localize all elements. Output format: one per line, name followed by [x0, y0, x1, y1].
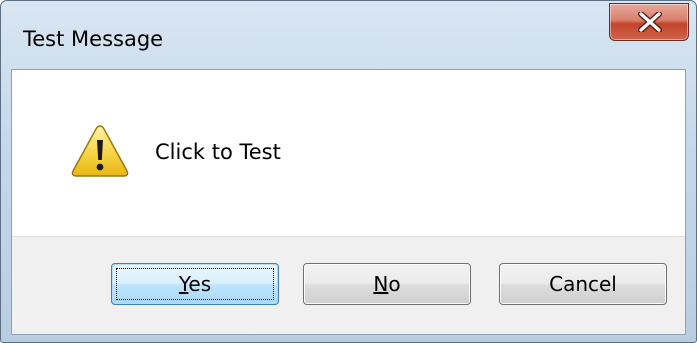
no-access-key: N — [373, 272, 389, 296]
message-area: Click to Test — [12, 70, 685, 236]
no-label-rest: o — [388, 272, 401, 296]
no-button-label: No — [373, 272, 400, 296]
yes-button[interactable]: Yes — [111, 263, 279, 305]
yes-access-key: Y — [178, 272, 189, 296]
message-box-window: Test Message Click to Test Yes No Cancel — [0, 0, 697, 343]
close-button[interactable] — [609, 3, 689, 41]
dialog-client-area: Click to Test Yes No Cancel — [11, 69, 686, 335]
window-title: Test Message — [23, 27, 164, 51]
cancel-button-label: Cancel — [549, 272, 617, 296]
button-bar: Yes No Cancel — [12, 236, 685, 334]
yes-button-label: Yes — [179, 272, 211, 296]
no-button[interactable]: No — [303, 263, 471, 305]
cancel-button[interactable]: Cancel — [499, 263, 667, 305]
yes-label-rest: es — [188, 272, 212, 296]
warning-icon — [71, 125, 129, 177]
close-x-icon — [638, 12, 662, 32]
message-text: Click to Test — [155, 140, 281, 164]
